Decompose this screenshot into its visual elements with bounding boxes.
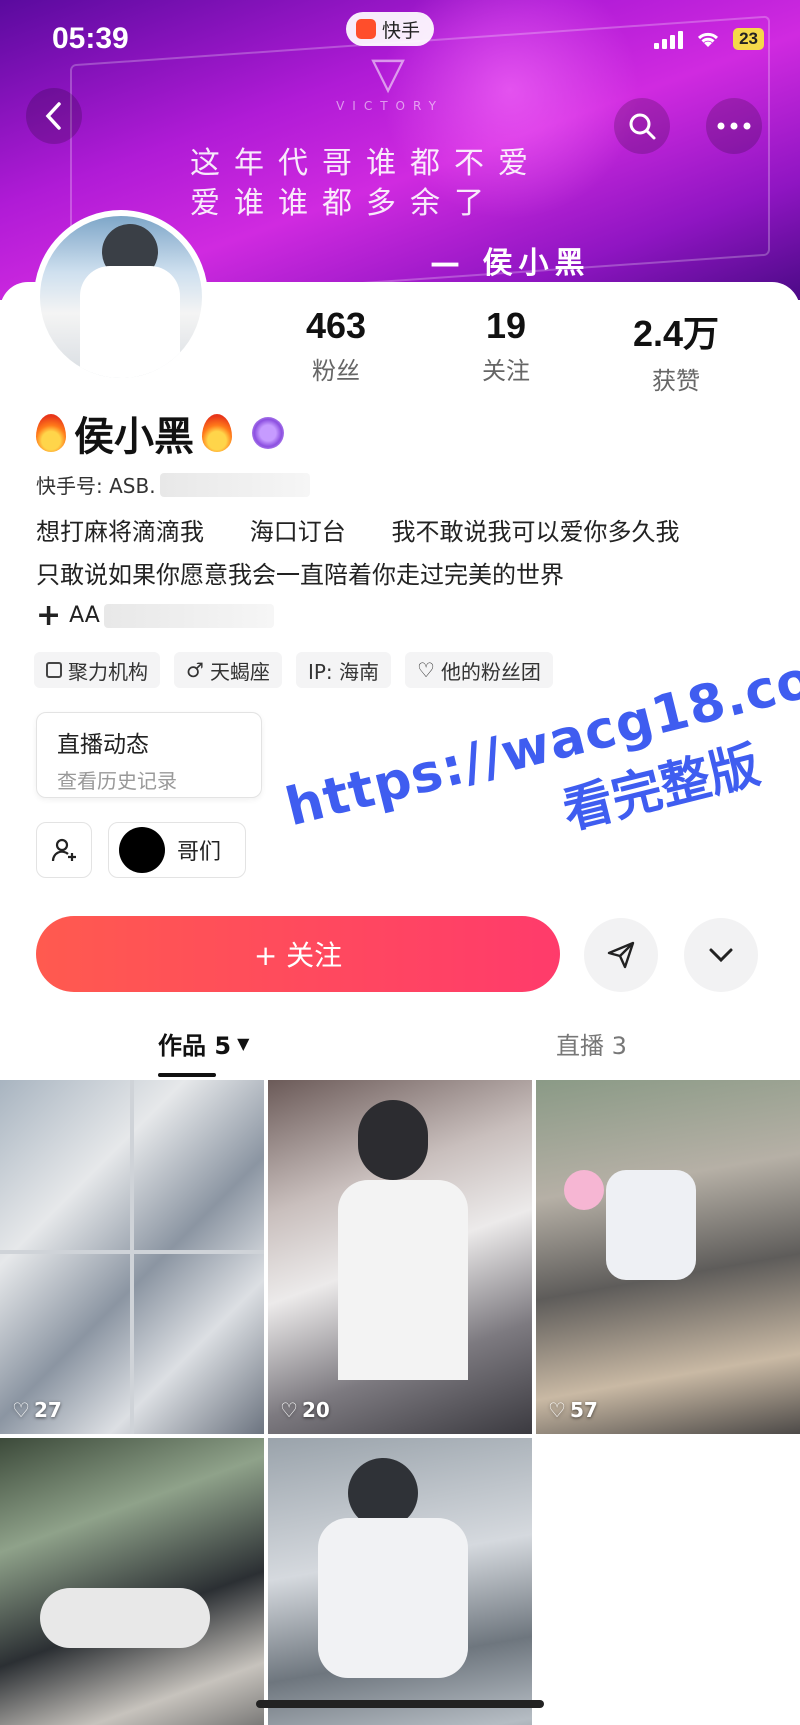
like-count: 27 [33, 1398, 62, 1422]
add-user-icon [51, 838, 76, 862]
live-history-card[interactable]: 直播动态 查看历史记录 [36, 712, 262, 798]
stat-value: 463 [305, 305, 367, 346]
share-button[interactable] [584, 918, 658, 992]
tag-label: IP: 海南 [307, 659, 379, 684]
app-pill-label: 快手 [382, 19, 421, 42]
home-indicator[interactable] [256, 1700, 544, 1708]
stat-following[interactable]: 19 关注 [426, 305, 586, 386]
tab-underline [158, 1073, 216, 1077]
level-badge-icon[interactable] [252, 417, 284, 449]
like-count: 57 [569, 1398, 598, 1422]
bio-line-2: 只敢说如果你愿意我会一直陪着你走过完美的世界 [36, 561, 564, 589]
battery-icon: 23 [733, 28, 764, 50]
kuaishou-logo-icon [356, 19, 376, 39]
heart-icon: ♡ [417, 658, 435, 682]
video-thumb[interactable] [268, 1438, 532, 1725]
group-avatar [119, 827, 165, 873]
chevron-down-icon [709, 948, 733, 963]
avatar[interactable] [34, 210, 208, 384]
back-button[interactable] [26, 88, 82, 144]
bio-line-1: 想打麻将滴滴我 海口订台 我不敢说我可以爱你多久我 [36, 518, 680, 546]
video-thumb[interactable]: ♡ 57 [536, 1080, 800, 1434]
signal-icon [654, 29, 684, 49]
video-thumb[interactable] [0, 1438, 264, 1725]
group-label: 哥们 [177, 840, 222, 865]
plus-icon: + [36, 598, 62, 633]
contact-text: AA [69, 603, 100, 628]
avatar-shirt [80, 266, 180, 378]
male-icon: ♂ [186, 658, 204, 682]
heart-icon: ♡ [280, 1398, 298, 1422]
fire-icon [36, 414, 66, 452]
agency-icon [46, 662, 62, 678]
stat-value: 2.4万 [632, 313, 720, 354]
search-button[interactable] [614, 98, 670, 154]
redacted-block [103, 603, 274, 628]
tag-label: 聚力机构 [68, 659, 148, 684]
stat-followers[interactable]: 463 粉丝 [256, 305, 416, 386]
stat-label: 粉丝 [312, 357, 360, 385]
tag-label: 他的粉丝团 [440, 659, 541, 684]
status-indicators: 23 [654, 28, 764, 50]
profile-tags: 聚力机构 ♂ 天蝎座 IP: 海南 ♡ 他的粉丝团 [34, 652, 553, 688]
like-count: 20 [301, 1398, 330, 1422]
tag-fan-club[interactable]: ♡ 他的粉丝团 [405, 652, 553, 688]
app-switch-pill[interactable]: 快手 [346, 12, 435, 46]
banner-brand-logo: ▽ VICTORY [336, 48, 444, 113]
tag-zodiac: ♂ 天蝎座 [174, 652, 282, 688]
tab-works[interactable]: 作品 5 ▼ [158, 1026, 249, 1061]
video-thumb[interactable]: ♡ 27 [0, 1080, 264, 1434]
banner-signature: — 侯小黑 [430, 246, 591, 281]
fire-icon [202, 414, 232, 452]
wifi-icon [698, 32, 719, 47]
more-button[interactable] [706, 98, 762, 154]
group-chip[interactable]: 哥们 [108, 822, 246, 878]
banner-quote-line2: 爱谁谁都多余了 [190, 186, 498, 221]
content-tabs: 作品 5 ▼ 直播 3 [0, 1020, 800, 1080]
banner-quote-line1: 这年代哥谁都不爱 [190, 146, 542, 181]
video-likes: ♡ 27 [12, 1398, 62, 1422]
tab-label: 直播 3 [556, 1032, 627, 1060]
status-time: 05:39 [52, 22, 129, 55]
video-thumb[interactable]: ♡ 20 [268, 1080, 532, 1434]
video-likes: ♡ 20 [280, 1398, 330, 1422]
tag-agency[interactable]: 聚力机构 [34, 652, 160, 688]
stat-value: 19 [485, 305, 527, 346]
heart-icon: ♡ [12, 1398, 30, 1422]
live-card-subtitle: 查看历史记录 [57, 769, 177, 793]
kuaishou-id-text: 快手号: ASB. [36, 474, 156, 498]
live-card-title: 直播动态 [57, 732, 149, 758]
caret-down-icon: ▼ [237, 1034, 250, 1053]
redacted-block [159, 472, 310, 497]
search-icon [629, 113, 656, 140]
heart-icon: ♡ [548, 1398, 566, 1422]
more-dots-icon [717, 122, 751, 130]
tag-ip: IP: 海南 [295, 652, 391, 688]
stat-label: 获赞 [652, 367, 700, 395]
profile-name: 侯小黑 [74, 414, 194, 460]
stat-label: 关注 [482, 357, 530, 385]
chevron-left-icon [45, 102, 61, 130]
profile-name-row: 侯小黑 [36, 404, 284, 462]
add-friend-button[interactable] [36, 822, 92, 878]
video-likes: ♡ 57 [548, 1398, 598, 1422]
send-icon [607, 941, 635, 969]
follow-button[interactable]: + 关注 [36, 916, 560, 992]
tab-live[interactable]: 直播 3 [556, 1026, 627, 1061]
expand-button[interactable] [684, 918, 758, 992]
kuaishou-id[interactable]: 快手号: ASB. [36, 470, 310, 499]
tab-label: 作品 5 [158, 1032, 232, 1060]
stat-likes[interactable]: 2.4万 获赞 [596, 305, 756, 396]
tag-label: 天蝎座 [209, 659, 270, 684]
contact-line: + AA [36, 598, 274, 633]
